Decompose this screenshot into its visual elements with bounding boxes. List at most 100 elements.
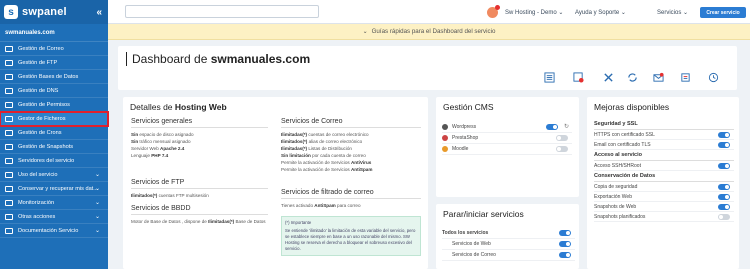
chevron-down-icon: ⌄	[94, 214, 100, 220]
configuration-icon[interactable]	[542, 70, 556, 84]
improvement-group-heading: Acceso al servicio	[594, 150, 734, 161]
detail-text: Motor de Base de Datos , dispone de	[131, 219, 209, 224]
sidebar-item-gestion-bases-de-datos[interactable]: Gestión Bases de Datos	[0, 70, 108, 84]
improvement-toggle[interactable]	[718, 184, 730, 190]
sidebar-item-label: Gestión de FTP	[18, 59, 58, 66]
detail-text: AntiSpam	[350, 167, 373, 172]
detail-line: Sin limitación por cada cuenta de correo	[281, 152, 421, 159]
cms-row-moodle: Moodle	[442, 144, 572, 155]
sidebar-item-gestion-de-ftp[interactable]: Gestión de FTP	[0, 56, 108, 70]
detail-text: Ilimitadas(*)	[281, 146, 308, 151]
improvement-group-heading: Seguridad y SSL	[594, 119, 734, 130]
search-input[interactable]	[125, 5, 319, 18]
detail-line: Tienes activado AntiSpam para correo	[281, 202, 421, 209]
sidebar-item-servidores-del-servicio[interactable]: Servidores del servicio	[0, 154, 108, 168]
ftp-services-title: Servicios de FTP	[131, 179, 268, 189]
sidebar-item-gestion-de-permisos[interactable]: Gestión de Permisos	[0, 98, 108, 112]
service-row-servicios-de-web: Servicios de Web	[442, 239, 575, 250]
cms-toggle[interactable]	[556, 135, 568, 141]
important-note-heading: (*) Importante	[285, 220, 312, 225]
sidebar-item-gestion-de-dns[interactable]: Gestión de DNS	[0, 84, 108, 98]
sidebar-item-gestor-de-ficheros[interactable]: Gestor de Ficheros	[0, 111, 109, 127]
sidebar-item-gestion-de-snapshots[interactable]: Gestión de Snapshots	[0, 140, 108, 154]
page-title-domain: swmanuales.com	[210, 52, 311, 66]
sidebar-item-gestion-de-crons[interactable]: Gestión de Crons	[0, 126, 108, 140]
sidebar-item-label: Gestión de Crons	[18, 129, 62, 136]
help-menu[interactable]: Ayuda y Soporte ⌄	[575, 9, 626, 16]
detail-line: Ilimitados(*) alias de correo electrónic…	[281, 138, 421, 145]
menu-item-icon	[5, 73, 13, 80]
hosting-title-prefix: Detalles de	[130, 102, 175, 112]
improvement-toggle[interactable]	[718, 132, 730, 138]
menu-item-icon	[5, 213, 13, 220]
sidebar-item-gestion-de-correo[interactable]: Gestión de Correo	[0, 42, 108, 56]
mail-settings-icon[interactable]	[651, 70, 665, 84]
bbdd-services-title: Servicios de BBDD	[131, 205, 268, 215]
sidebar-item-otras-acciones[interactable]: Otras acciones ⌄	[0, 210, 108, 224]
improvements-card: Mejoras disponibles Seguridad y SSL HTTPS…	[587, 97, 739, 269]
sidebar-item-documentacion-servicio[interactable]: Documentación Servicio ⌄	[0, 224, 108, 238]
improvement-toggle[interactable]	[718, 142, 730, 148]
quick-guides-banner[interactable]: ⌄ Guías rápidas para el Dashboard del se…	[108, 24, 750, 40]
improvement-name: Copia de seguridad	[594, 183, 638, 190]
sidebar-item-label: Uso del servicio	[18, 171, 58, 178]
detail-line: Ilimitadas(*) cuentas de correo electrón…	[281, 131, 421, 138]
detail-text: alias de correo electrónico	[307, 139, 363, 144]
chevron-down-icon: ⌄	[94, 186, 100, 192]
improvement-toggle[interactable]	[718, 204, 730, 210]
improvement-toggle[interactable]	[718, 194, 730, 200]
sidebar-item-uso-del-servicio[interactable]: Uso del servicio ⌄	[0, 168, 108, 182]
general-services-section: Servicios generales Sin espacio de disco…	[131, 118, 268, 159]
sync-icon[interactable]	[625, 70, 639, 84]
create-service-button[interactable]: Crear servicio	[700, 7, 746, 18]
cms-install-icon[interactable]	[678, 70, 692, 84]
detail-text: Ilimitadas(*)	[281, 132, 308, 137]
topbar: Sw Hosting - Demo ⌄ Ayuda y Soporte ⌄ Se…	[108, 0, 750, 24]
status-icon[interactable]	[571, 70, 585, 84]
tools-icon[interactable]	[601, 70, 615, 84]
improvement-name: HTTPS con certificado SSL	[594, 131, 655, 138]
menu-item-icon	[5, 227, 13, 234]
detail-text: espacio de disco asignado	[138, 132, 194, 137]
detail-text: Permite la activación de Servicios	[281, 160, 351, 165]
detail-line: Sin espacio de disco asignado	[131, 131, 268, 138]
history-icon[interactable]	[706, 70, 720, 84]
sidebar-item-monitorizacion[interactable]: Monitorización ⌄	[0, 196, 108, 210]
menu-item-icon	[5, 101, 13, 108]
bbdd-services-section: Servicios de BBDD Motor de Base de Datos…	[131, 205, 268, 225]
improvement-toggle[interactable]	[718, 214, 730, 220]
detail-line: Servidor Web Apache 2.4	[131, 145, 268, 152]
improvement-toggle[interactable]	[718, 163, 730, 169]
start-stop-card: Parar/iniciar servicios Todos los servic…	[436, 204, 579, 269]
menu-item-icon	[5, 171, 13, 178]
account-menu[interactable]: Sw Hosting - Demo ⌄	[505, 9, 563, 16]
cms-toggle[interactable]	[556, 146, 568, 152]
chevron-down-icon: ⌄	[362, 29, 368, 35]
service-row-servicios-de-correo: Servicios de Correo	[442, 250, 575, 261]
improvement-row-copia-de-seguridad: Copia de seguridad	[594, 182, 734, 192]
cms-name: Wordpress	[452, 124, 477, 130]
detail-text: Listas de Distribución	[307, 146, 352, 151]
service-toggle[interactable]	[559, 230, 571, 236]
improvement-row-snapshots-de-web: Snapshots de Web	[594, 202, 734, 212]
menu-item-icon	[5, 143, 13, 150]
detail-text: Tienes activado	[281, 203, 315, 208]
mail-filter-section: Servicios de filtrado de correo Tienes a…	[281, 189, 421, 209]
collapse-sidebar-icon[interactable]: «	[96, 7, 102, 18]
sidebar-item-conservar-y-recuperar-mis-dat[interactable]: Conservar y recuperar mis dat... ⌄	[0, 182, 108, 196]
sidebar-item-label: Monitorización	[18, 199, 55, 206]
cms-toggle[interactable]	[546, 124, 558, 130]
logo-text[interactable]: swpanel	[22, 6, 67, 18]
detail-text: AntiVirus	[350, 160, 372, 165]
detail-text: Base de Datos	[234, 219, 266, 224]
detail-text: para correo	[335, 203, 361, 208]
service-toggle[interactable]	[559, 241, 571, 247]
menu-item-icon	[5, 129, 13, 136]
sidebar-domain[interactable]: swmanuales.com	[0, 24, 108, 42]
sidebar-item-label: Servidores del servicio	[18, 157, 75, 164]
service-toggle[interactable]	[559, 252, 571, 258]
detail-text: cuentas de correo electrónico	[307, 132, 369, 137]
refresh-icon[interactable]: ↻	[564, 123, 569, 130]
services-menu[interactable]: Servicios ⌄	[657, 9, 688, 16]
ftp-services-section: Servicios de FTP Ilimitados(*) cuentas F…	[131, 179, 268, 199]
